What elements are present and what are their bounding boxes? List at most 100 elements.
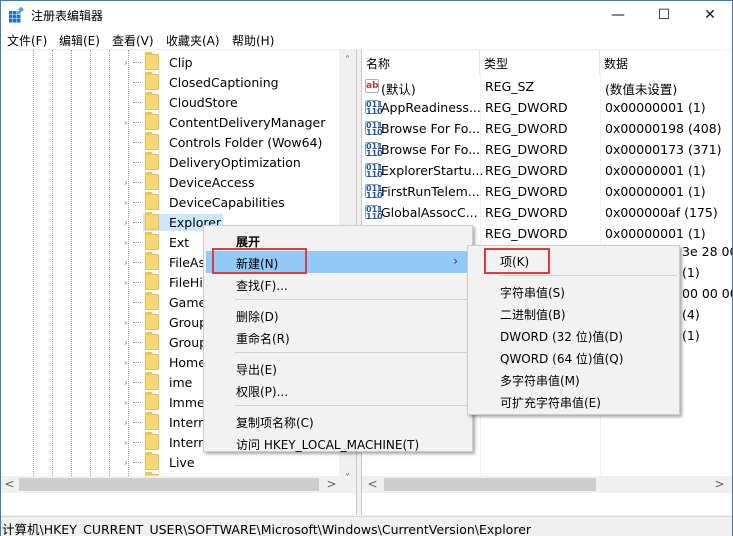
scroll-left-icon[interactable]: <: [1, 476, 18, 493]
tree-item[interactable]: ClosedCaptioning: [121, 72, 281, 92]
column-header-data[interactable]: 数据: [600, 50, 732, 74]
tree-item[interactable]: › DeviceAccess: [121, 172, 257, 192]
tree-item-body[interactable]: CloudStore: [143, 92, 240, 111]
menu-item[interactable]: 权限(P)...: [206, 379, 470, 401]
value-row[interactable]: 011 110 ExplorerStartu... REG_DWORD 0x00000…: [362, 160, 732, 181]
menu-item[interactable]: QWORD (64 位)值(Q): [470, 346, 677, 368]
value-row[interactable]: 011 110 Browse For Fo... REG_DWORD 0x000001…: [362, 139, 732, 160]
value-data-partial: (4): [682, 307, 700, 322]
tree-hscroll-thumb[interactable]: [19, 478, 319, 491]
chevron-right-icon[interactable]: ›: [121, 56, 131, 69]
tree-connector: [133, 261, 141, 263]
chevron-right-icon[interactable]: ›: [121, 196, 131, 209]
menu-item[interactable]: 访问 HKEY_LOCAL_MACHINE(T): [206, 432, 470, 454]
value-name: AppReadiness...: [381, 100, 481, 115]
folder-icon: [145, 232, 159, 250]
tree-item-body[interactable]: ClosedCaptioning: [143, 72, 281, 91]
close-button[interactable]: ✕: [687, 1, 733, 29]
folder-icon: [145, 452, 159, 470]
menu-item[interactable]: 二进制值(B): [470, 302, 677, 324]
tree-horizontal-scrollbar[interactable]: < >: [1, 476, 356, 493]
tree-item[interactable]: DeliveryOptimization: [121, 152, 303, 172]
tree-item-body[interactable]: ime: [143, 372, 194, 391]
chevron-right-icon[interactable]: ›: [121, 316, 131, 329]
highlight-key-box: [484, 248, 550, 274]
chevron-right-icon[interactable]: ›: [121, 116, 131, 129]
tree-guide-line: [33, 50, 34, 490]
chevron-right-icon[interactable]: ›: [121, 356, 131, 369]
scroll-right-icon[interactable]: >: [323, 476, 340, 493]
menu-file[interactable]: 文件(F): [7, 32, 47, 49]
chevron-right-icon[interactable]: ›: [121, 256, 131, 269]
value-name: (默认): [381, 82, 416, 97]
chevron-right-icon[interactable]: ›: [121, 416, 131, 429]
tree-item[interactable]: › DeviceCapabilities: [121, 192, 287, 212]
tree-item-body[interactable]: DeliveryOptimization: [143, 152, 303, 171]
menu-item[interactable]: 可扩充字符串值(E): [470, 390, 677, 412]
chevron-right-icon[interactable]: ›: [121, 236, 131, 249]
tree-item[interactable]: › ContentDeliveryManager: [121, 112, 327, 132]
scroll-left-icon[interactable]: <: [364, 476, 381, 493]
value-row[interactable]: 011 110 GlobalAssocC... REG_DWORD 0x000000a…: [362, 202, 732, 223]
status-bar: 计算机\HKEY_CURRENT_USER\SOFTWARE\Microsoft…: [1, 516, 732, 536]
chevron-right-icon[interactable]: ›: [121, 336, 131, 349]
scroll-right-icon[interactable]: >: [711, 476, 728, 493]
tree-item-body[interactable]: Ext: [143, 232, 191, 251]
tree-item[interactable]: CloudStore: [121, 92, 240, 112]
menu-help[interactable]: 帮助(H): [232, 32, 274, 49]
folder-icon: [145, 252, 159, 270]
value-row[interactable]: 011 110 Browse For Fo... REG_DWORD 0x000001…: [362, 118, 732, 139]
list-hscroll-thumb[interactable]: [384, 478, 596, 491]
column-header-name[interactable]: 名称: [362, 50, 480, 74]
tree-connector: [133, 361, 141, 363]
maximize-button[interactable]: ☐: [641, 1, 687, 29]
tree-item[interactable]: › Ext: [121, 232, 191, 252]
menu-item[interactable]: 多字符串值(M): [470, 368, 677, 390]
chevron-right-icon[interactable]: ›: [121, 216, 131, 229]
value-row[interactable]: ab (默认) REG_SZ (数值未设置): [362, 76, 732, 97]
tree-item-body[interactable]: Live: [143, 452, 197, 471]
chevron-right-icon[interactable]: ›: [121, 456, 131, 469]
scroll-up-icon[interactable]: ˄: [339, 52, 356, 69]
chevron-right-icon[interactable]: ›: [121, 176, 131, 189]
menu-favorites[interactable]: 收藏夹(A): [166, 32, 220, 49]
tree-item[interactable]: › Clip: [121, 52, 195, 72]
tree-item-body[interactable]: DeviceCapabilities: [143, 192, 287, 211]
menu-item[interactable]: 字符串值(S): [470, 280, 677, 302]
value-row[interactable]: 011 110 AppReadiness... REG_DWORD 0x0000000…: [362, 97, 732, 118]
menu-item-label: 重命名(R): [236, 332, 290, 346]
menu-item[interactable]: 重命名(R): [206, 326, 470, 348]
menu-item-label: 查找(F)...: [236, 279, 288, 293]
menu-item[interactable]: 删除(D): [206, 304, 470, 326]
tree-item-label: Clip: [169, 54, 193, 70]
chevron-right-icon[interactable]: ›: [121, 436, 131, 449]
tree-item-body[interactable]: DeviceAccess: [143, 172, 257, 191]
menu-item[interactable]: DWORD (32 位)值(D): [470, 324, 677, 346]
folder-icon: [145, 372, 159, 390]
tree-item-body[interactable]: Clip: [143, 52, 195, 71]
value-data: 0x00000173 (371): [605, 142, 722, 157]
tree-connector: [133, 401, 141, 403]
tree-connector: [133, 121, 141, 123]
tree-item-body[interactable]: Controls Folder (Wow64): [143, 132, 324, 151]
chevron-right-icon[interactable]: ›: [121, 376, 131, 389]
menu-item[interactable]: 导出(E): [206, 357, 470, 379]
chevron-right-icon[interactable]: ›: [121, 396, 131, 409]
menu-view[interactable]: 查看(V): [112, 32, 154, 49]
column-header-type[interactable]: 类型: [480, 50, 600, 74]
tree-item-label: ime: [169, 374, 193, 390]
list-horizontal-scrollbar[interactable]: < >: [362, 476, 732, 493]
value-type: REG_DWORD: [485, 121, 568, 136]
tree-item[interactable]: Controls Folder (Wow64): [121, 132, 324, 152]
menu-edit[interactable]: 编辑(E): [59, 32, 100, 49]
menu-item[interactable]: 复制项名称(C): [206, 410, 470, 432]
tree-item[interactable]: › ime: [121, 372, 194, 392]
folder-icon: [145, 212, 159, 230]
tree-item[interactable]: › Live: [121, 452, 197, 472]
value-row[interactable]: 011 110 FirstRunTelem... REG_DWORD 0x000000…: [362, 181, 732, 202]
tree-connector: [133, 161, 141, 163]
minimize-button[interactable]: —: [595, 1, 641, 29]
chevron-right-icon[interactable]: ›: [121, 276, 131, 289]
menu-item[interactable]: 查找(F)...: [206, 273, 470, 295]
tree-item-body[interactable]: ContentDeliveryManager: [143, 112, 327, 131]
